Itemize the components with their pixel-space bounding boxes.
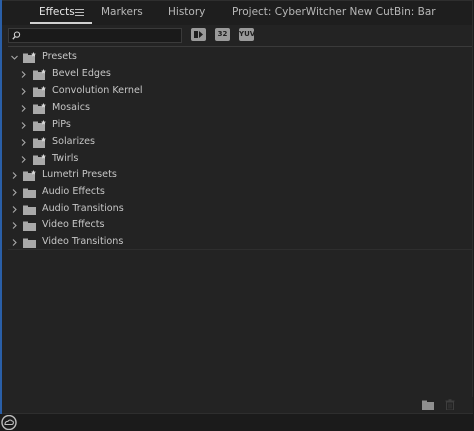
tree-item-label: Mosaics	[52, 102, 90, 113]
tree-item-label: PiPs	[52, 119, 71, 130]
tab-project[interactable]: Project: CyberWitcher New Cut	[232, 6, 394, 18]
new-folder-icon[interactable]	[422, 400, 435, 410]
search-icon	[12, 31, 21, 40]
tree-item-label: Video Effects	[42, 219, 105, 230]
tree-item-bevel-edges[interactable]: Bevel Edges	[2, 66, 468, 83]
tree-item-video-effects[interactable]: Video Effects	[2, 217, 468, 234]
effects-panel: Effects Markers History Project: CyberWi…	[1, 0, 473, 414]
chevron-right-icon[interactable]	[11, 222, 18, 229]
chevron-right-icon[interactable]	[11, 189, 18, 196]
tree-item-lumetri-presets[interactable]: Lumetri Presets	[2, 167, 468, 184]
preset-folder-icon	[23, 170, 36, 181]
trash-icon[interactable]	[445, 399, 455, 410]
tab-bin[interactable]: Bin: Bar	[394, 6, 436, 18]
preset-folder-icon	[33, 154, 46, 165]
tree-item-label: Presets	[42, 51, 77, 62]
tree-item-audio-transitions[interactable]: Audio Transitions	[2, 201, 468, 218]
tree-item-presets[interactable]: Presets	[2, 49, 468, 66]
active-tab-indicator	[30, 22, 92, 24]
32-bit-color-button[interactable]: 32	[215, 28, 230, 41]
tree-item-audio-effects[interactable]: Audio Effects	[2, 184, 468, 201]
tree-item-label: Twirls	[52, 153, 79, 164]
tab-effects[interactable]: Effects	[39, 6, 75, 18]
chevron-right-icon[interactable]	[20, 71, 27, 78]
preset-folder-icon	[33, 69, 46, 80]
tree-item-solarizes[interactable]: Solarizes	[2, 134, 468, 151]
effects-app: Effects Markers History Project: CyberWi…	[0, 0, 474, 431]
tree-item-label: Convolution Kernel	[52, 85, 143, 96]
chevron-right-icon[interactable]	[11, 206, 18, 213]
chevron-right-icon[interactable]	[11, 239, 18, 246]
tree-item-label: Video Transitions	[42, 236, 124, 247]
chevron-right-icon[interactable]	[20, 105, 27, 112]
preset-folder-icon	[23, 52, 36, 63]
yuv-effects-button[interactable]: YUV	[239, 28, 254, 41]
creative-cloud-icon[interactable]	[1, 415, 17, 430]
tree-item-convolution-kernel[interactable]: Convolution Kernel	[2, 83, 468, 100]
tree-item-mosaics[interactable]: Mosaics	[2, 100, 468, 117]
tree-item-pips[interactable]: PiPs	[2, 117, 468, 134]
chevron-right-icon[interactable]	[11, 172, 18, 179]
tree-item-label: Audio Transitions	[42, 203, 124, 214]
tree-item-label: Solarizes	[52, 136, 96, 147]
accelerated-effects-icon	[194, 31, 203, 38]
accelerated-effects-button[interactable]	[191, 28, 206, 41]
preset-folder-icon	[33, 86, 46, 97]
folder-icon	[23, 205, 36, 215]
search-box[interactable]	[8, 28, 182, 43]
folder-icon	[23, 188, 36, 198]
toolbar-divider	[8, 46, 472, 47]
32-bit-color-label: 32	[217, 30, 228, 38]
chevron-right-icon[interactable]	[20, 88, 27, 95]
tree-end-divider	[8, 249, 472, 250]
tab-bar: Effects Markers History Project: CyberWi…	[2, 1, 472, 25]
preset-folder-icon	[33, 120, 46, 131]
chevron-down-icon[interactable]	[11, 54, 18, 61]
chevron-right-icon[interactable]	[20, 156, 27, 163]
panel-focus-indicator	[0, 0, 2, 414]
tree-item-twirls[interactable]: Twirls	[2, 151, 468, 168]
preset-folder-icon	[33, 137, 46, 148]
tab-markers[interactable]: Markers	[101, 6, 143, 18]
panel-bottom-bar	[3, 397, 473, 413]
tab-history[interactable]: History	[168, 6, 205, 18]
folder-icon	[23, 238, 36, 248]
tree-item-label: Audio Effects	[42, 186, 105, 197]
tree-item-label: Lumetri Presets	[42, 169, 117, 180]
folder-icon	[23, 221, 36, 231]
panel-menu-icon[interactable]	[75, 9, 84, 17]
search-input[interactable]	[23, 29, 179, 42]
yuv-effects-label: YUV	[239, 30, 254, 38]
tree-item-label: Bevel Edges	[52, 68, 111, 79]
status-footer	[0, 414, 474, 431]
chevron-right-icon[interactable]	[20, 139, 27, 146]
preset-folder-icon	[33, 103, 46, 114]
chevron-right-icon[interactable]	[20, 122, 27, 129]
